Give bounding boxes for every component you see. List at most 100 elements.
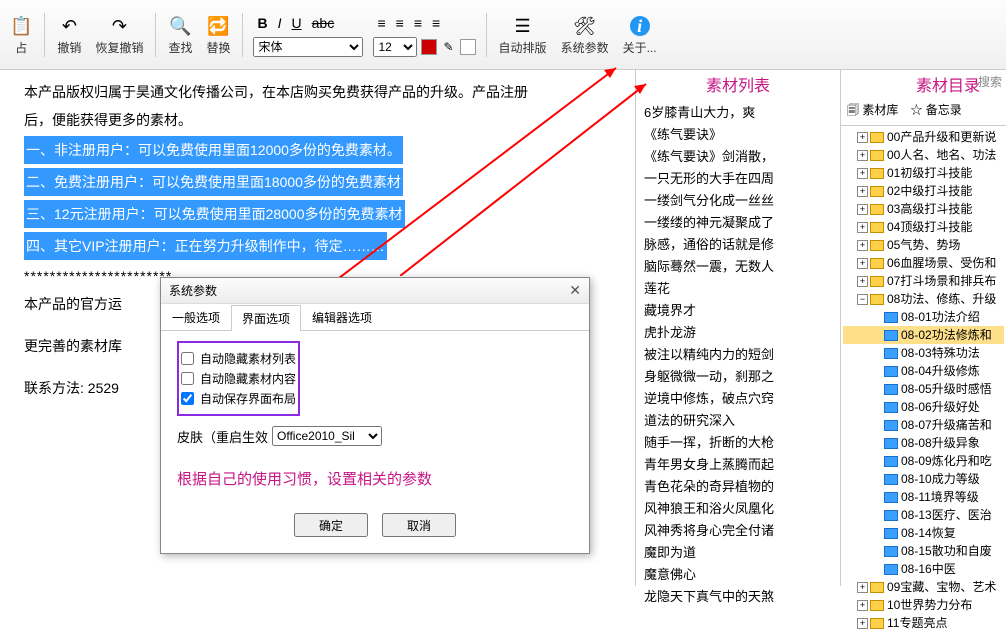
- tree-row[interactable]: +10世界势力分布: [843, 596, 1004, 614]
- list-item[interactable]: 风神狼王和浴火凤凰化: [644, 498, 832, 520]
- tree-row[interactable]: 08-11境界等级: [843, 488, 1004, 506]
- size-select[interactable]: 12: [373, 37, 417, 57]
- tree-row[interactable]: 08-04升级修炼: [843, 362, 1004, 380]
- tab-general[interactable]: 一般选项: [161, 304, 231, 330]
- list-item[interactable]: 一缕缕的神元凝聚成了: [644, 212, 832, 234]
- tree-row[interactable]: 08-15散功和自废: [843, 542, 1004, 560]
- tree-row[interactable]: +07打斗场景和排兵布: [843, 272, 1004, 290]
- tree-row[interactable]: 08-09炼化丹和吃: [843, 452, 1004, 470]
- ok-button[interactable]: 确定: [294, 513, 368, 537]
- folder-tree[interactable]: +00产品升级和更新说+00人名、地名、功法+01初级打斗技能+02中级打斗技能…: [841, 126, 1006, 634]
- tree-row[interactable]: +03高级打斗技能: [843, 200, 1004, 218]
- tree-row[interactable]: 08-08升级异象: [843, 434, 1004, 452]
- list-item[interactable]: 莲花: [644, 278, 832, 300]
- font-select[interactable]: 宋体: [253, 37, 363, 57]
- tree-row[interactable]: +00人名、地名、功法: [843, 146, 1004, 164]
- list-item[interactable]: 脉感，通俗的话就是修: [644, 234, 832, 256]
- close-icon[interactable]: ✕: [569, 282, 581, 299]
- tab-lib[interactable]: 🗐 素材库: [841, 98, 904, 125]
- list-item[interactable]: 身躯微微一动，刹那之: [644, 366, 832, 388]
- tab-editor[interactable]: 编辑器选项: [301, 304, 383, 330]
- list-item[interactable]: 6岁膝青山大力，爽: [644, 102, 832, 124]
- expand-icon[interactable]: +: [857, 582, 868, 593]
- list-item[interactable]: 逆境中修炼，破点穴窍: [644, 388, 832, 410]
- expand-icon[interactable]: +: [857, 150, 868, 161]
- list-item[interactable]: 青色花朵的奇异植物的: [644, 476, 832, 498]
- tree-row[interactable]: 08-05升级时感悟: [843, 380, 1004, 398]
- expand-icon[interactable]: +: [857, 258, 868, 269]
- list-item[interactable]: 《练气要诀》剑消散，: [644, 146, 832, 168]
- expand-icon[interactable]: +: [857, 240, 868, 251]
- tree-row[interactable]: 08-01功法介绍: [843, 308, 1004, 326]
- list-item[interactable]: 虎扑龙游: [644, 322, 832, 344]
- expand-icon[interactable]: +: [857, 600, 868, 611]
- collapse-icon[interactable]: −: [857, 294, 868, 305]
- list-item[interactable]: 一只无形的大手在四周: [644, 168, 832, 190]
- bg-color-button[interactable]: [460, 39, 476, 55]
- list-item[interactable]: 藏境界才: [644, 300, 832, 322]
- align-justify-button[interactable]: ≡: [428, 13, 444, 33]
- list-item[interactable]: 魔即为道: [644, 542, 832, 564]
- tree-row[interactable]: 08-07升级痛苦和: [843, 416, 1004, 434]
- about-button[interactable]: i关于...: [617, 5, 663, 65]
- tree-row[interactable]: +11专题亮点: [843, 614, 1004, 632]
- expand-icon[interactable]: +: [857, 204, 868, 215]
- tree-row[interactable]: +06血腥场景、受伤和: [843, 254, 1004, 272]
- list-item[interactable]: 随手一挥，折断的大枪: [644, 432, 832, 454]
- expand-icon[interactable]: +: [857, 618, 868, 629]
- italic-button[interactable]: I: [274, 13, 286, 33]
- align-center-button[interactable]: ≡: [392, 13, 408, 33]
- tree-row[interactable]: 08-06升级好处: [843, 398, 1004, 416]
- list-item[interactable]: 道法的研究深入: [644, 410, 832, 432]
- list-item[interactable]: 《练气要诀》: [644, 124, 832, 146]
- list-item[interactable]: 被注以精纯内力的短剑: [644, 344, 832, 366]
- find-button[interactable]: 🔍查找: [162, 5, 198, 65]
- tree-row[interactable]: 08-10成力等级: [843, 470, 1004, 488]
- list-item[interactable]: 一缕剑气分化成一丝丝: [644, 190, 832, 212]
- expand-icon[interactable]: +: [857, 276, 868, 287]
- tree-row[interactable]: +09宝藏、宝物、艺术: [843, 578, 1004, 596]
- tree-row[interactable]: +04顶级打斗技能: [843, 218, 1004, 236]
- paste-button[interactable]: 📋占: [4, 5, 38, 65]
- list-item[interactable]: 魔意佛心: [644, 564, 832, 586]
- dialog-titlebar[interactable]: 系统参数 ✕: [161, 278, 589, 304]
- undo-button[interactable]: ↶撤销: [51, 5, 87, 65]
- tree-row[interactable]: 08-03特殊功法: [843, 344, 1004, 362]
- list-item[interactable]: 风神秀将身心完全付诸: [644, 520, 832, 542]
- tree-row[interactable]: +02中级打斗技能: [843, 182, 1004, 200]
- tree-row[interactable]: +05气势、势场: [843, 236, 1004, 254]
- bold-button[interactable]: B: [253, 13, 271, 33]
- expand-icon[interactable]: +: [857, 222, 868, 233]
- hsct-list[interactable]: 6岁膝青山大力，爽《练气要诀》《练气要诀》剑消散，一只无形的大手在四周一缕剑气分…: [636, 98, 840, 612]
- strike-button[interactable]: abc: [308, 13, 339, 33]
- sys-params-button[interactable]: 🛠系统参数: [555, 5, 615, 65]
- tree-row[interactable]: +00产品升级和更新说: [843, 128, 1004, 146]
- list-item[interactable]: 青年男女身上蒸腾而起: [644, 454, 832, 476]
- auto-layout-button[interactable]: ☰自动排版: [493, 5, 553, 65]
- chk-hide-content[interactable]: [181, 372, 194, 385]
- tree-row[interactable]: 08-16中医: [843, 560, 1004, 578]
- expand-icon[interactable]: +: [857, 168, 868, 179]
- expand-icon[interactable]: +: [857, 132, 868, 143]
- tree-row[interactable]: +01初级打斗技能: [843, 164, 1004, 182]
- expand-icon[interactable]: +: [857, 186, 868, 197]
- underline-button[interactable]: U: [288, 13, 306, 33]
- font-color-button[interactable]: [421, 39, 437, 55]
- list-item[interactable]: 龙隐天下真气中的天煞: [644, 586, 832, 608]
- cancel-button[interactable]: 取消: [382, 513, 456, 537]
- tree-row[interactable]: −08功法、修练、升级: [843, 290, 1004, 308]
- tree-row[interactable]: 08-13医疗、医治: [843, 506, 1004, 524]
- chk-hide-list[interactable]: [181, 352, 194, 365]
- tree-row[interactable]: 08-02功法修炼和: [843, 326, 1004, 344]
- redo-button[interactable]: ↷恢复撤销: [89, 5, 149, 65]
- skin-select[interactable]: Office2010_Sil: [272, 426, 382, 446]
- align-right-button[interactable]: ≡: [410, 13, 426, 33]
- tab-ui[interactable]: 界面选项: [231, 305, 301, 331]
- highlight-button[interactable]: ✎: [441, 40, 455, 54]
- search-label[interactable]: 搜索: [978, 70, 1006, 93]
- chk-save-layout[interactable]: [181, 392, 194, 405]
- list-item[interactable]: 脑际蓦然一震，无数人: [644, 256, 832, 278]
- align-left-button[interactable]: ≡: [373, 13, 389, 33]
- tree-row[interactable]: 08-14恢复: [843, 524, 1004, 542]
- tab-memo[interactable]: ☆ 备忘录: [904, 98, 967, 125]
